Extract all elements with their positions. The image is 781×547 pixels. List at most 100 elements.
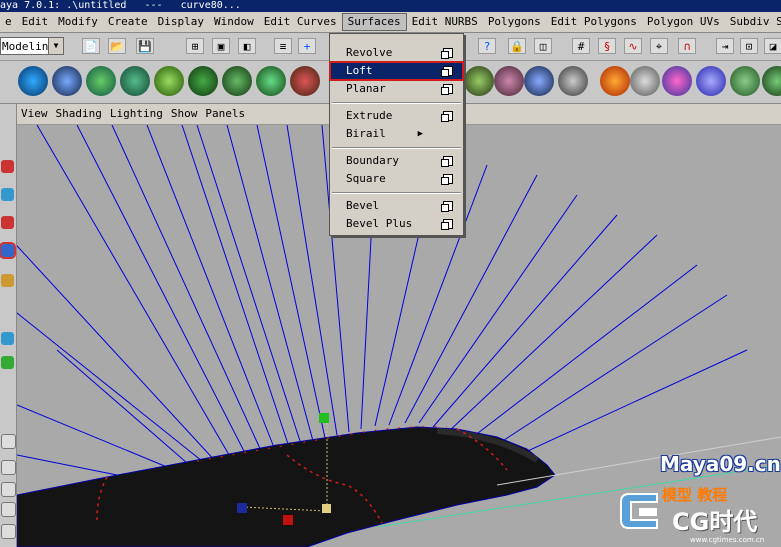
menu-window[interactable]: Window bbox=[209, 12, 259, 32]
rigid-body-icon[interactable] bbox=[494, 66, 524, 96]
menu-surfaces[interactable]: Surfaces bbox=[341, 13, 407, 31]
option-box-icon[interactable] bbox=[441, 66, 453, 77]
last-tool-icon[interactable] bbox=[1, 356, 14, 369]
passive-body-icon[interactable] bbox=[524, 66, 554, 96]
fire-icon[interactable] bbox=[600, 66, 630, 96]
curve[interactable] bbox=[56, 349, 188, 464]
newton-icon[interactable] bbox=[222, 66, 252, 96]
menu-create[interactable]: Create bbox=[103, 12, 153, 32]
mode-selector[interactable]: Modeling ▼ bbox=[0, 37, 64, 55]
collision-icon[interactable] bbox=[464, 66, 494, 96]
curve[interactable] bbox=[480, 294, 728, 456]
menu-edit-nurbs[interactable]: Edit NURBS bbox=[407, 12, 483, 32]
lasso-tool-icon[interactable] bbox=[1, 188, 14, 201]
option-box-icon[interactable] bbox=[441, 174, 453, 185]
select-hierarchy-icon[interactable]: ⊞ bbox=[186, 38, 204, 54]
menu-item-bevel[interactable]: Bevel bbox=[330, 197, 463, 215]
rotate-tool-icon[interactable] bbox=[0, 242, 16, 259]
menu-item-square[interactable]: Square bbox=[330, 170, 463, 188]
menu-item-revolve[interactable]: Revolve bbox=[330, 44, 463, 62]
option-box-icon[interactable] bbox=[441, 201, 453, 212]
menu-edit-curves[interactable]: Edit Curves bbox=[259, 12, 342, 32]
output-icon[interactable]: ⊡ bbox=[740, 38, 758, 54]
menu-polygons[interactable]: Polygons bbox=[483, 12, 546, 32]
input-icon[interactable]: ⇥ bbox=[716, 38, 734, 54]
make-live-icon[interactable]: ⌖ bbox=[650, 38, 668, 54]
curve[interactable] bbox=[432, 214, 618, 428]
menu-item-boundary[interactable]: Boundary bbox=[330, 152, 463, 170]
curve-flow-icon[interactable] bbox=[762, 66, 781, 96]
curve[interactable] bbox=[17, 454, 118, 476]
menu-edit[interactable]: Edit bbox=[17, 12, 54, 32]
layout-outliner-icon[interactable] bbox=[1, 524, 16, 539]
smoke-icon[interactable] bbox=[630, 66, 660, 96]
menu-item-loft[interactable]: Loft bbox=[329, 61, 464, 81]
curve[interactable] bbox=[226, 125, 314, 442]
radial-icon[interactable] bbox=[256, 66, 286, 96]
menu-display[interactable]: Display bbox=[153, 12, 209, 32]
open-scene-icon[interactable]: 📂 bbox=[108, 38, 126, 54]
help-icon[interactable]: ? bbox=[478, 38, 496, 54]
panel-menu-show[interactable]: Show bbox=[167, 104, 202, 124]
snap-view-icon[interactable]: ∿ bbox=[624, 38, 642, 54]
manipulator-z-handle[interactable] bbox=[237, 503, 247, 513]
drag-field-icon[interactable] bbox=[154, 66, 184, 96]
manipulator-center-handle[interactable] bbox=[322, 504, 331, 513]
layout-side-icon[interactable] bbox=[1, 482, 16, 497]
panel-menu-lighting[interactable]: Lighting bbox=[106, 104, 167, 124]
field-icon[interactable] bbox=[86, 66, 116, 96]
gravity-icon[interactable] bbox=[188, 66, 218, 96]
curve[interactable] bbox=[146, 125, 276, 451]
new-scene-icon[interactable]: 📄 bbox=[82, 38, 100, 54]
manipulator-icon[interactable] bbox=[1, 332, 14, 345]
menu-item-planar[interactable]: Planar bbox=[330, 80, 463, 98]
option-box-icon[interactable] bbox=[441, 111, 453, 122]
menu-polygon-uvs[interactable]: Polygon UVs bbox=[642, 12, 725, 32]
curve[interactable] bbox=[17, 305, 208, 466]
chevron-down-icon[interactable]: ▼ bbox=[48, 38, 63, 54]
layout-persp-icon[interactable] bbox=[1, 502, 16, 517]
curve[interactable] bbox=[446, 234, 658, 434]
panel-menu-shading[interactable]: Shading bbox=[52, 104, 106, 124]
curve[interactable] bbox=[17, 404, 168, 468]
menu-edit-polygons[interactable]: Edit Polygons bbox=[546, 12, 642, 32]
curve[interactable] bbox=[256, 125, 326, 439]
curve[interactable] bbox=[17, 235, 218, 464]
render-icon[interactable]: ◪ bbox=[764, 38, 781, 54]
manipulator-y-handle[interactable] bbox=[319, 413, 329, 423]
menu-file[interactable]: e bbox=[0, 12, 17, 32]
magnet-icon[interactable]: ∩ bbox=[678, 38, 696, 54]
snap-point-icon[interactable]: § bbox=[598, 38, 616, 54]
layout-single-icon[interactable] bbox=[1, 434, 16, 449]
fan-icon[interactable] bbox=[120, 66, 150, 96]
particle-emitter-icon[interactable] bbox=[18, 66, 48, 96]
curve[interactable] bbox=[181, 125, 290, 448]
move-tool-icon[interactable] bbox=[1, 216, 14, 229]
curve[interactable] bbox=[76, 125, 248, 458]
menu-subdiv-surfaces[interactable]: Subdiv Surfaces bbox=[725, 12, 781, 32]
particle-icon[interactable] bbox=[52, 66, 82, 96]
fireworks-icon[interactable] bbox=[662, 66, 692, 96]
lofted-surface[interactable] bbox=[17, 426, 556, 547]
add-icon[interactable]: + bbox=[298, 38, 316, 54]
snap-curve-icon[interactable]: # bbox=[572, 38, 590, 54]
select-tool-icon[interactable] bbox=[1, 160, 14, 173]
panel-menu-view[interactable]: View bbox=[17, 104, 52, 124]
menu-item-bevel-plus[interactable]: Bevel Plus bbox=[330, 215, 463, 233]
scale-tool-icon[interactable] bbox=[1, 274, 14, 287]
curve[interactable] bbox=[464, 264, 698, 444]
shatter-icon[interactable] bbox=[730, 66, 760, 96]
lock-selection-icon[interactable]: ≡ bbox=[274, 38, 292, 54]
turbulence-icon[interactable] bbox=[290, 66, 320, 96]
lightning-icon[interactable] bbox=[696, 66, 726, 96]
menu-modify[interactable]: Modify bbox=[53, 12, 103, 32]
select-object-icon[interactable]: ▣ bbox=[212, 38, 230, 54]
snap-grid-icon[interactable]: ◫ bbox=[534, 38, 552, 54]
constraint-icon[interactable] bbox=[558, 66, 588, 96]
lock-icon[interactable]: 🔒 bbox=[508, 38, 526, 54]
panel-menu-panels[interactable]: Panels bbox=[201, 104, 249, 124]
option-box-icon[interactable] bbox=[441, 84, 453, 95]
select-component-icon[interactable]: ◧ bbox=[238, 38, 256, 54]
save-scene-icon[interactable]: 💾 bbox=[136, 38, 154, 54]
option-box-icon[interactable] bbox=[441, 156, 453, 167]
